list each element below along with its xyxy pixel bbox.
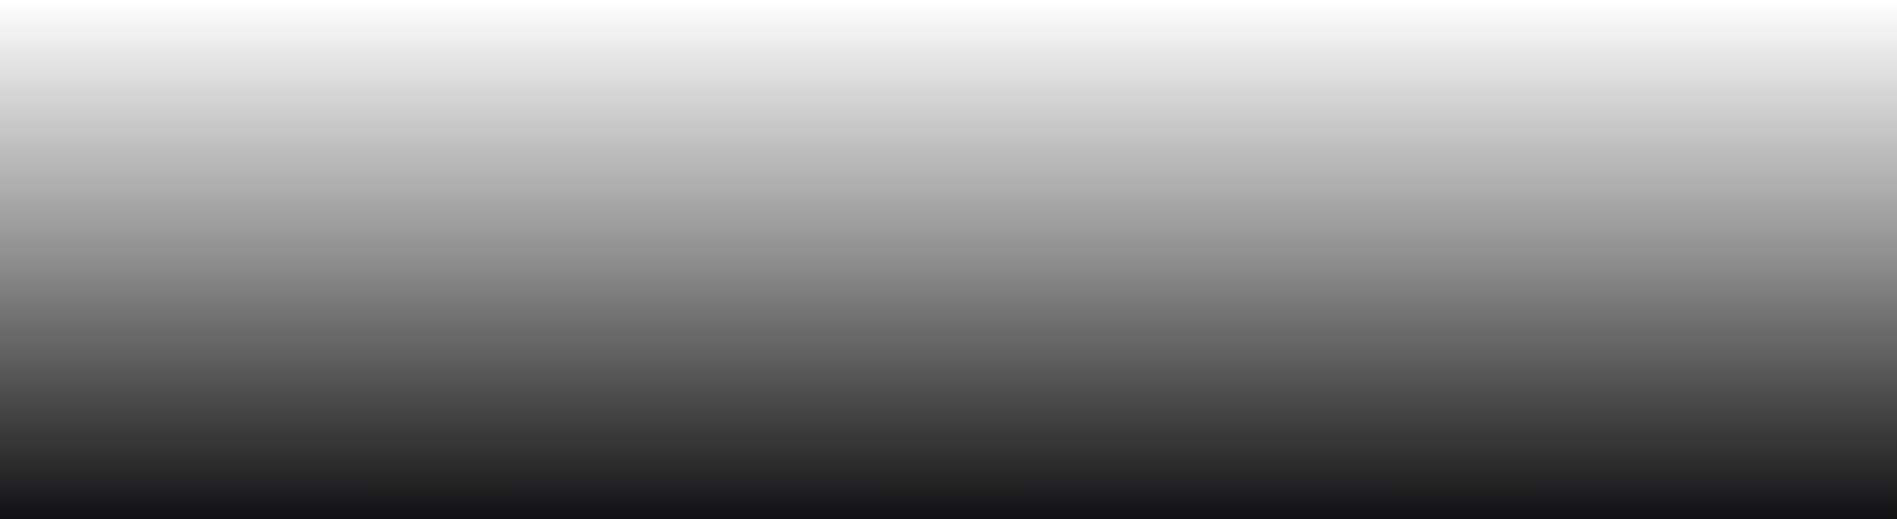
gradient-background — [0, 0, 1897, 519]
